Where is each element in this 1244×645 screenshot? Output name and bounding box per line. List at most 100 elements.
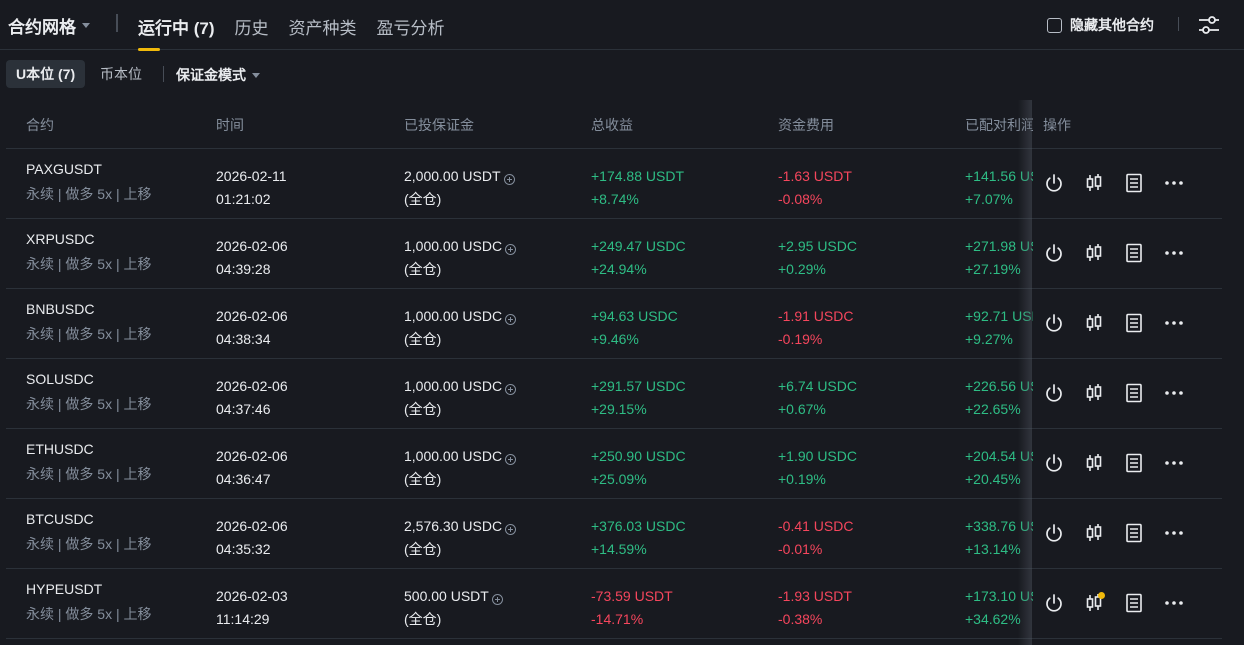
candlestick-icon[interactable] [1082, 451, 1106, 475]
start-time: 04:36:47 [216, 471, 271, 487]
power-icon[interactable] [1042, 591, 1066, 615]
filter-settings-icon[interactable] [1197, 13, 1221, 37]
candlestick-icon[interactable] [1082, 311, 1106, 335]
add-margin-icon[interactable] [503, 173, 515, 185]
document-icon[interactable] [1122, 381, 1146, 405]
pair-name[interactable]: ETHUSDC [26, 441, 152, 457]
candlestick-icon[interactable] [1082, 241, 1106, 265]
margin-amount: 1,000.00 USDC [404, 378, 503, 394]
document-icon[interactable] [1122, 311, 1146, 335]
table-row[interactable]: BTCUSDC 永续 | 做多 5x | 上移 2026-02-06 04:35… [6, 499, 1222, 569]
funding-fee-pct: -0.19% [778, 331, 823, 347]
start-date: 2026-02-03 [216, 588, 288, 604]
tab-running[interactable]: 运行中 (7) [138, 14, 215, 51]
total-pnl-pct: +25.09% [591, 471, 647, 487]
col-time: 时间 [216, 117, 244, 133]
power-icon[interactable] [1042, 381, 1066, 405]
power-icon[interactable] [1042, 241, 1066, 265]
candlestick-icon[interactable] [1082, 521, 1106, 545]
coinm-filter[interactable]: 币本位 [90, 60, 152, 88]
strategy-selector[interactable]: 合约网格 [8, 13, 90, 38]
strategy-label: 合约网格 [8, 18, 76, 37]
caret-down-icon [82, 23, 90, 28]
total-pnl-pct: +24.94% [591, 261, 647, 277]
add-margin-icon[interactable] [505, 383, 517, 395]
start-time: 11:14:29 [216, 611, 270, 627]
more-icon[interactable] [1162, 241, 1186, 265]
pair-name[interactable]: SOLUSDC [26, 371, 152, 387]
total-pnl: -73.59 USDT [591, 588, 673, 604]
power-icon[interactable] [1042, 171, 1066, 195]
table-row[interactable]: ETHUSDC 永续 | 做多 5x | 上移 2026-02-06 04:36… [6, 429, 1222, 499]
candlestick-icon[interactable] [1082, 381, 1106, 405]
grid-table: 合约 时间 已投保证金 总收益 资金费用 已配对利润 操作 PAXGUSDT 永… [6, 100, 1222, 639]
total-pnl-pct: +8.74% [591, 191, 639, 207]
funding-fee-pct: -0.38% [778, 611, 823, 627]
document-icon[interactable] [1122, 171, 1146, 195]
col-margin: 已投保证金 [404, 117, 474, 133]
pair-name[interactable]: XRPUSDC [26, 231, 152, 247]
pair-name[interactable]: HYPEUSDT [26, 581, 152, 597]
total-pnl: +174.88 USDT [591, 168, 684, 184]
pair-name[interactable]: PAXGUSDT [26, 161, 152, 177]
hide-others-label: 隐藏其他合约 [1070, 17, 1154, 33]
tab-pnl-analysis[interactable]: 盈亏分析 [377, 14, 445, 49]
divider [163, 66, 164, 82]
document-icon[interactable] [1122, 451, 1146, 475]
hide-others-toggle[interactable]: 隐藏其他合约 [1047, 15, 1154, 35]
usdm-filter[interactable]: U本位 (7) [6, 60, 86, 88]
pair-name[interactable]: BTCUSDC [26, 511, 152, 527]
margin-mode: (全仓) [404, 611, 442, 627]
notification-dot [1098, 592, 1105, 599]
tab-history[interactable]: 历史 [235, 14, 269, 49]
pair-name[interactable]: BNBUSDC [26, 301, 152, 317]
margin-amount: 2,576.30 USDC [404, 518, 503, 534]
table-header: 合约 时间 已投保证金 总收益 资金费用 已配对利润 操作 [6, 100, 1222, 149]
margin-mode: (全仓) [404, 401, 442, 417]
funding-fee-pct: +0.29% [778, 261, 826, 277]
more-icon[interactable] [1162, 451, 1186, 475]
start-time: 04:39:28 [216, 261, 271, 277]
col-pnl: 总收益 [591, 117, 633, 133]
hide-others-checkbox[interactable] [1047, 17, 1062, 33]
add-margin-icon[interactable] [505, 243, 517, 255]
document-icon[interactable] [1122, 591, 1146, 615]
power-icon[interactable] [1042, 451, 1066, 475]
document-icon[interactable] [1122, 521, 1146, 545]
position-meta: 永续 | 做多 5x | 上移 [26, 326, 152, 342]
margin-mode-dropdown[interactable]: 保证金模式 [176, 65, 260, 85]
candlestick-icon[interactable] [1082, 171, 1106, 195]
more-icon[interactable] [1162, 381, 1186, 405]
table-row[interactable]: XRPUSDC 永续 | 做多 5x | 上移 2026-02-06 04:39… [6, 219, 1222, 289]
add-margin-icon[interactable] [505, 313, 517, 325]
funding-fee: +2.95 USDC [778, 238, 857, 254]
more-icon[interactable] [1162, 311, 1186, 335]
start-date: 2026-02-06 [216, 238, 288, 254]
candlestick-icon[interactable] [1082, 591, 1106, 615]
table-row[interactable]: BNBUSDC 永续 | 做多 5x | 上移 2026-02-06 04:38… [6, 289, 1222, 359]
total-pnl: +94.63 USDC [591, 308, 678, 324]
table-row[interactable]: HYPEUSDT 永续 | 做多 5x | 上移 2026-02-03 11:1… [6, 569, 1222, 639]
start-date: 2026-02-11 [216, 168, 287, 184]
power-icon[interactable] [1042, 311, 1066, 335]
total-pnl: +249.47 USDC [591, 238, 686, 254]
total-pnl: +250.90 USDC [591, 448, 686, 464]
power-icon[interactable] [1042, 521, 1066, 545]
table-row[interactable]: SOLUSDC 永续 | 做多 5x | 上移 2026-02-06 04:37… [6, 359, 1222, 429]
more-icon[interactable] [1162, 521, 1186, 545]
table-row[interactable]: PAXGUSDT 永续 | 做多 5x | 上移 2026-02-11 01:2… [6, 149, 1222, 219]
funding-fee-pct: +0.67% [778, 401, 826, 417]
add-margin-icon[interactable] [491, 593, 503, 605]
more-icon[interactable] [1162, 591, 1186, 615]
funding-fee: +6.74 USDC [778, 378, 857, 394]
tab-asset-types[interactable]: 资产种类 [289, 14, 357, 49]
start-date: 2026-02-06 [216, 378, 288, 394]
col-pair: 合约 [26, 117, 54, 133]
col-funding: 资金费用 [778, 117, 834, 133]
add-margin-icon[interactable] [505, 523, 517, 535]
position-meta: 永续 | 做多 5x | 上移 [26, 536, 152, 552]
margin-amount: 1,000.00 USDC [404, 448, 503, 464]
add-margin-icon[interactable] [505, 453, 517, 465]
document-icon[interactable] [1122, 241, 1146, 265]
more-icon[interactable] [1162, 171, 1186, 195]
